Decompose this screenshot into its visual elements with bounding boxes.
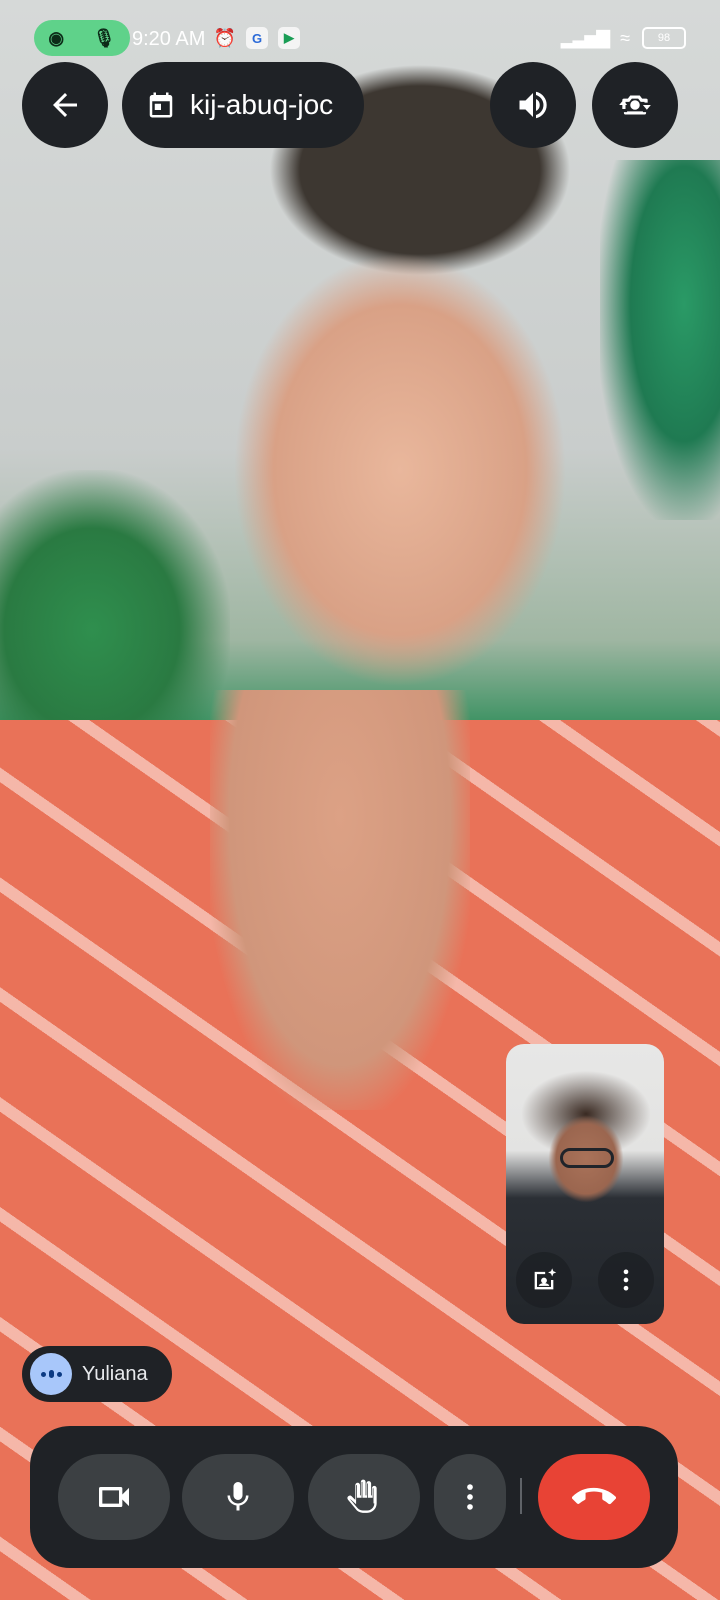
raise-hand-button[interactable] [308, 1454, 420, 1540]
control-divider [520, 1478, 522, 1514]
battery-level: 98 [657, 32, 671, 44]
video-camera-icon [99, 1487, 129, 1507]
camera-toggle-button[interactable] [58, 1454, 170, 1540]
audio-output-button[interactable] [490, 62, 576, 148]
wifi-icon: ≈ [620, 27, 630, 48]
notification-icons: ⏰ G ▶ [214, 27, 300, 49]
calendar-icon [149, 92, 173, 118]
switch-camera-button[interactable] [592, 62, 678, 148]
signal-icon: ▂▃▅▇ [560, 27, 610, 48]
call-control-bar [30, 1426, 678, 1568]
background-plant [600, 160, 720, 520]
speaking-indicator-icon [30, 1353, 72, 1395]
battery-icon: 98 [642, 27, 686, 49]
effects-button[interactable] [516, 1252, 572, 1308]
effects-icon [534, 1268, 557, 1290]
end-call-icon [572, 1487, 616, 1505]
meeting-code: kij-abuq-joc [190, 89, 334, 120]
alarm-icon: ⏰ [213, 27, 237, 48]
speaker-icon [519, 91, 547, 119]
self-view-glasses [560, 1148, 614, 1168]
end-call-button[interactable] [538, 1454, 650, 1540]
google-one-icon: G [246, 27, 268, 49]
camera-recording-icon: ◉ [48, 27, 65, 48]
mic-recording-icon: 🎙 [92, 27, 116, 48]
status-bar: ◉ 🎙 9:20 AM ⏰ G ▶ ▂▃▅▇ ≈ 98 [0, 18, 720, 62]
self-view-more-button[interactable] [598, 1252, 654, 1308]
more-vert-icon [467, 1484, 473, 1510]
raise-hand-icon [347, 1479, 377, 1513]
microphone-icon [227, 1482, 249, 1511]
more-options-button[interactable] [434, 1454, 506, 1540]
microphone-toggle-button[interactable] [182, 1454, 294, 1540]
remote-participant-neck [210, 690, 470, 1110]
privacy-indicator: ◉ 🎙 [34, 20, 130, 56]
flip-camera-icon [619, 95, 651, 115]
participant-name: Yuliana [82, 1362, 148, 1385]
participant-name-tag: Yuliana [22, 1346, 172, 1402]
self-view-tile[interactable] [506, 1044, 664, 1324]
meet-icon: ▶ [278, 27, 300, 49]
system-status: ▂▃▅▇ ≈ 98 [561, 27, 686, 49]
back-button[interactable] [22, 62, 108, 148]
more-vert-icon [623, 1269, 629, 1291]
back-arrow-icon [53, 93, 77, 117]
status-time: 9:20 AM [132, 28, 206, 50]
meeting-info-button[interactable]: kij-abuq-joc [122, 62, 364, 148]
